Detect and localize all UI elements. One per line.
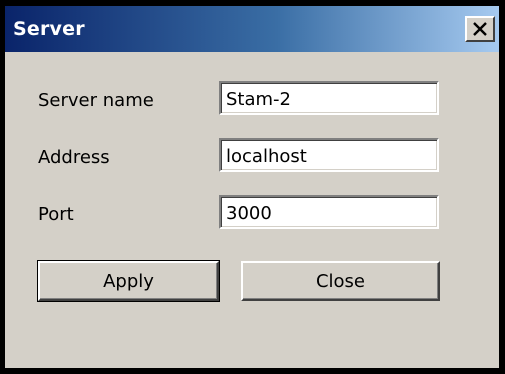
window-title: Server bbox=[13, 18, 85, 40]
close-button[interactable]: Close bbox=[241, 261, 440, 301]
port-label: Port bbox=[38, 204, 74, 225]
title-bar[interactable]: Server bbox=[5, 6, 499, 52]
port-input[interactable] bbox=[219, 195, 439, 229]
server-name-input[interactable] bbox=[219, 81, 439, 115]
close-icon bbox=[473, 22, 487, 36]
address-label: Address bbox=[38, 147, 110, 168]
window-close-button[interactable] bbox=[465, 16, 495, 42]
address-input[interactable] bbox=[219, 138, 439, 172]
server-dialog: Server Server name Address Port Apply Cl… bbox=[0, 0, 505, 374]
server-name-label: Server name bbox=[38, 90, 154, 111]
apply-button[interactable]: Apply bbox=[37, 260, 220, 302]
